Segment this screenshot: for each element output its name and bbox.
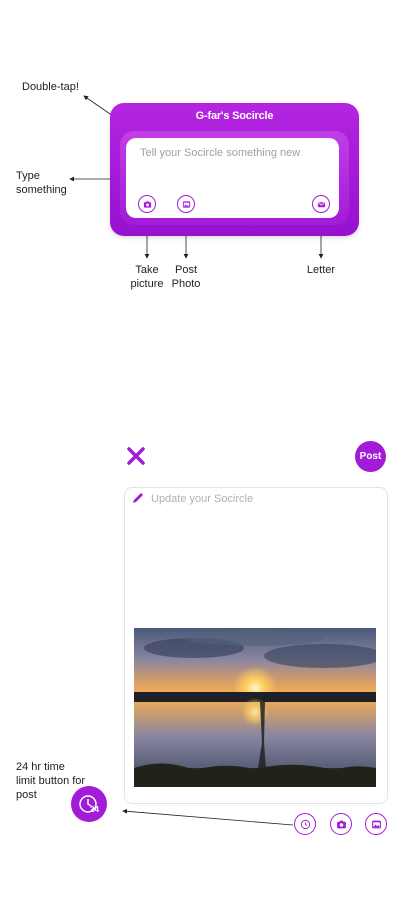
widget-camera-button[interactable] [138,195,156,213]
composer-placeholder: Update your Socircle [151,493,254,505]
attached-photo[interactable] [134,628,376,787]
letter-icon [317,201,325,207]
timer-badge: 24 [90,805,99,814]
camera-icon [143,200,151,208]
sunset-photo-image [134,628,376,787]
composer-photo-button[interactable] [365,813,387,835]
photo-icon [182,200,190,208]
annotation-type-something: Type something [16,170,67,196]
widget-text-field[interactable]: Tell your Socircle something new [126,138,339,218]
widget-title: G-far's Socircle [195,110,274,122]
close-icon[interactable] [124,444,148,468]
socircle-widget[interactable]: G-far's Socircle Tell your Socircle some… [110,103,359,236]
pencil-icon [133,493,143,503]
camera-icon [336,820,346,828]
timer-icon [300,819,310,829]
post-button[interactable]: Post [355,441,386,472]
annotation-post-photo: Post Photo [171,264,201,290]
annotation-letter: Letter [306,264,336,276]
widget-photo-button[interactable] [177,195,195,213]
widget-letter-button[interactable] [312,195,330,213]
annotation-take-picture: Take picture [130,264,164,290]
timer-limit-button[interactable] [294,813,316,835]
timer-button-large[interactable]: 24 [71,786,107,822]
photo-icon [371,820,381,828]
composer-camera-button[interactable] [330,813,352,835]
widget-placeholder: Tell your Socircle something new [140,147,301,159]
annotation-double-tap: Double-tap! [22,81,79,93]
